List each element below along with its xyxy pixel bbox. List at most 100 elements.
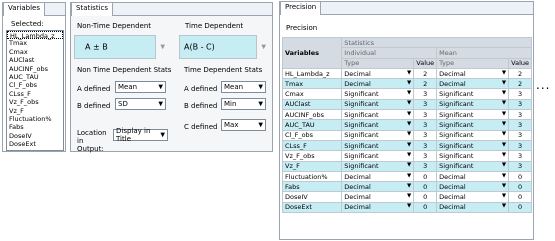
- type-select[interactable]: Decimal ▼: [341, 181, 415, 193]
- type-select[interactable]: Significant ▼: [341, 139, 415, 152]
- chevron-down-icon[interactable]: ▼: [407, 173, 411, 181]
- value-cell[interactable]: 2: [413, 67, 438, 80]
- type-select[interactable]: Significant ▼: [436, 150, 510, 162]
- type-select[interactable]: Decimal ▼: [436, 78, 510, 90]
- t-a-defined-select[interactable]: Mean ▼: [221, 81, 266, 93]
- value-cell[interactable]: 3: [508, 139, 532, 152]
- value-cell[interactable]: 3: [413, 160, 438, 172]
- tab-variables[interactable]: Variables: [3, 3, 45, 16]
- time-format-field[interactable]: A(B - C) ▼: [179, 35, 266, 59]
- type-select[interactable]: Decimal ▼: [436, 201, 510, 214]
- nt-b-defined-select[interactable]: SD ▼: [115, 98, 166, 110]
- type-select[interactable]: Significant ▼: [436, 88, 510, 100]
- chevron-down-icon[interactable]: ▼: [407, 193, 411, 201]
- chevron-down-icon[interactable]: ▼: [407, 111, 411, 119]
- type-select[interactable]: Decimal ▼: [436, 170, 510, 183]
- chevron-down-icon[interactable]: ▼: [502, 203, 506, 211]
- type-select[interactable]: Significant ▼: [436, 139, 510, 152]
- chevron-down-icon[interactable]: ▼: [502, 90, 506, 98]
- t-b-defined-select[interactable]: Min ▼: [221, 98, 266, 110]
- value-cell[interactable]: 3: [413, 139, 438, 152]
- list-item[interactable]: Cmax: [7, 48, 63, 56]
- list-item[interactable]: Fluctuation%: [7, 115, 63, 123]
- chevron-down-icon[interactable]: ▼: [407, 203, 411, 211]
- value-cell[interactable]: 3: [508, 109, 532, 121]
- value-cell[interactable]: 3: [413, 88, 438, 100]
- selected-variables-list[interactable]: HL_Lambda_z Tmax Cmax AUClast AUCINF_obs AUC_…: [6, 30, 64, 151]
- chevron-down-icon[interactable]: ▼: [502, 100, 506, 108]
- list-item[interactable]: Vz_F_obs: [7, 98, 63, 106]
- value-cell[interactable]: 3: [508, 150, 532, 162]
- chevron-down-icon[interactable]: ▼: [502, 152, 506, 160]
- chevron-down-icon[interactable]: ▼: [502, 142, 506, 150]
- type-select[interactable]: Significant ▼: [341, 109, 415, 121]
- value-cell[interactable]: 3: [508, 129, 532, 141]
- chevron-down-icon[interactable]: ▼: [407, 121, 411, 129]
- value-cell[interactable]: 3: [413, 150, 438, 162]
- chevron-down-icon[interactable]: ▼: [261, 44, 266, 51]
- chevron-down-icon[interactable]: ▼: [502, 80, 506, 88]
- value-cell[interactable]: 2: [508, 78, 532, 90]
- chevron-down-icon[interactable]: ▼: [502, 70, 506, 78]
- tab-statistics[interactable]: Statistics: [71, 3, 113, 16]
- value-cell[interactable]: 2: [413, 78, 438, 90]
- chevron-down-icon[interactable]: ▼: [407, 100, 411, 108]
- value-cell[interactable]: 0: [508, 191, 532, 203]
- list-item[interactable]: Tmax: [7, 39, 63, 47]
- chevron-down-icon[interactable]: ▼: [502, 111, 506, 119]
- type-select[interactable]: Decimal ▼: [436, 181, 510, 193]
- chevron-down-icon[interactable]: ▼: [407, 162, 411, 170]
- type-select[interactable]: Decimal ▼: [341, 78, 415, 90]
- type-select[interactable]: Significant ▼: [341, 129, 415, 141]
- list-item[interactable]: HL_Lambda_z: [7, 31, 63, 40]
- value-cell[interactable]: 3: [413, 119, 438, 131]
- value-cell[interactable]: 2: [508, 67, 532, 80]
- list-item[interactable]: Cl_F_obs: [7, 81, 63, 89]
- non-time-format-field[interactable]: A ± B ▼: [74, 35, 165, 59]
- type-select[interactable]: Significant ▼: [436, 160, 510, 172]
- tab-precision[interactable]: Precision: [280, 2, 322, 15]
- type-select[interactable]: Significant ▼: [436, 119, 510, 131]
- type-select[interactable]: Decimal ▼: [341, 191, 415, 203]
- t-c-defined-select[interactable]: Max ▼: [221, 119, 266, 131]
- value-cell[interactable]: 0: [413, 191, 438, 203]
- chevron-down-icon[interactable]: ▼: [407, 70, 411, 78]
- chevron-down-icon[interactable]: ▼: [160, 44, 165, 51]
- value-cell[interactable]: 0: [413, 181, 438, 193]
- type-select[interactable]: Significant ▼: [436, 109, 510, 121]
- nt-a-defined-select[interactable]: Mean ▼: [115, 81, 166, 93]
- value-cell[interactable]: 3: [508, 98, 532, 111]
- chevron-down-icon[interactable]: ▼: [502, 193, 506, 201]
- type-select[interactable]: Decimal ▼: [436, 67, 510, 80]
- chevron-down-icon[interactable]: ▼: [407, 152, 411, 160]
- chevron-down-icon[interactable]: ▼: [502, 131, 506, 139]
- list-item[interactable]: Fabs: [7, 123, 63, 131]
- value-cell[interactable]: 3: [413, 129, 438, 141]
- list-item[interactable]: DoseExt: [7, 140, 63, 148]
- list-item[interactable]: AUCINF_obs: [7, 65, 63, 73]
- type-select[interactable]: Significant ▼: [341, 98, 415, 111]
- chevron-down-icon[interactable]: ▼: [502, 121, 506, 129]
- value-cell[interactable]: 0: [508, 170, 532, 183]
- list-item[interactable]: AUClast: [7, 56, 63, 64]
- value-cell[interactable]: 0: [413, 201, 438, 214]
- type-select[interactable]: Significant ▼: [436, 129, 510, 141]
- type-select[interactable]: Significant ▼: [341, 119, 415, 131]
- type-select[interactable]: Significant ▼: [341, 160, 415, 172]
- type-select[interactable]: Significant ▼: [341, 150, 415, 162]
- type-select[interactable]: Decimal ▼: [436, 191, 510, 203]
- chevron-down-icon[interactable]: ▼: [407, 142, 411, 150]
- value-cell[interactable]: 3: [413, 109, 438, 121]
- value-cell[interactable]: 3: [508, 119, 532, 131]
- list-item[interactable]: CLss_F: [7, 90, 63, 98]
- list-item[interactable]: DoseIV: [7, 132, 63, 140]
- location-select[interactable]: Display in Title ▼: [113, 127, 168, 143]
- chevron-down-icon[interactable]: ▼: [407, 183, 411, 191]
- type-select[interactable]: Significant ▼: [436, 98, 510, 111]
- type-select[interactable]: Decimal ▼: [341, 170, 415, 183]
- type-select[interactable]: Decimal ▼: [341, 67, 415, 80]
- value-cell[interactable]: 0: [508, 181, 532, 193]
- chevron-down-icon[interactable]: ▼: [502, 183, 506, 191]
- chevron-down-icon[interactable]: ▼: [407, 90, 411, 98]
- list-item[interactable]: AUC_TAU: [7, 73, 63, 81]
